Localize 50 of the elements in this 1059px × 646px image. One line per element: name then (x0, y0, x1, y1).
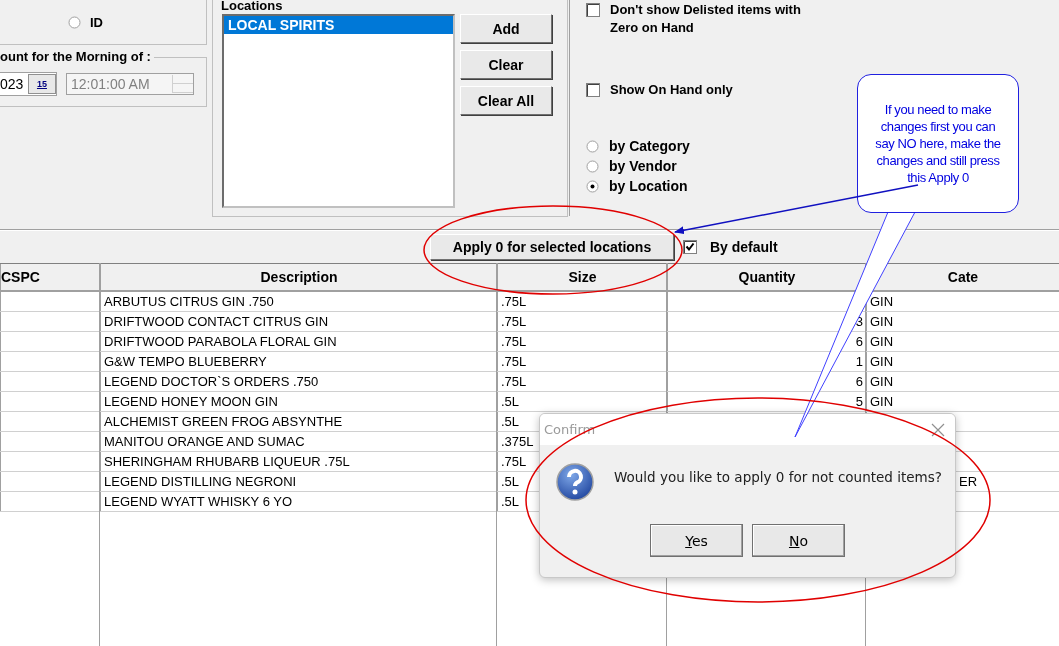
table-cell: ALCHEMIST GREEN FROG ABSYNTHE (100, 411, 498, 432)
column-header[interactable]: Size (497, 263, 668, 291)
table-cell: LEGEND DOCTOR`S ORDERS .750 (100, 371, 498, 392)
table-cell: .75L (497, 371, 668, 392)
locations-list[interactable]: LOCAL SPIRITS (222, 14, 455, 208)
question-icon (556, 463, 594, 501)
table-cell: .75L (497, 291, 668, 312)
table-cell: ARBUTUS CITRUS GIN .750 (100, 291, 498, 312)
apply-button[interactable]: Apply 0 for selected locations (430, 233, 674, 260)
check-box[interactable] (683, 239, 697, 254)
table-cell: DRIFTWOOD CONTACT CITRUS GIN (100, 311, 498, 332)
table-cell: MANITOU ORANGE AND SUMAC (100, 431, 498, 452)
column-header[interactable]: Description (100, 263, 498, 291)
checkbox-label: Don't show Delisted items with Zero on Hand (610, 1, 802, 37)
column-header[interactable]: CSPC (0, 263, 101, 291)
table-cell: G&W TEMPO BLUEBERRY (100, 351, 498, 372)
radio-button[interactable] (586, 139, 599, 153)
radio-label: by Category (609, 138, 690, 154)
dialog-button[interactable]: No (752, 524, 845, 557)
location-button[interactable]: Add (460, 14, 552, 43)
table-cell: LEGEND DISTILLING NEGRONI (100, 471, 498, 492)
list-item[interactable]: LOCAL SPIRITS (224, 16, 453, 34)
column-header[interactable]: Quantity (667, 263, 867, 291)
table-cell: SHERINGHAM RHUBARB LIQUEUR .75L (100, 451, 498, 472)
radio-label: by Location (609, 178, 688, 194)
table-cell: .5L (497, 391, 668, 412)
dialog-button[interactable]: Yes (650, 524, 743, 557)
check-box[interactable] (586, 3, 600, 17)
radio-button[interactable] (586, 179, 599, 193)
time-field[interactable]: 12:01:00 AM (66, 72, 194, 95)
date-field[interactable]: 023 15 (0, 71, 57, 96)
radio-label: by Vendor (609, 158, 677, 174)
calendar-button[interactable]: 15 (27, 73, 56, 94)
location-button[interactable]: Clear (460, 50, 552, 79)
callout-note: If you need to make changes first you can say NO here, make the changes and still press this Apply 0 (857, 74, 1019, 213)
table-cell: DRIFTWOOD PARABOLA FLORAL GIN (100, 331, 498, 352)
group-label: ount for the Morning of : (0, 49, 154, 64)
radio-button[interactable] (68, 15, 81, 29)
table-cell: .75L (497, 311, 668, 332)
table-cell: LEGEND HONEY MOON GIN (100, 391, 498, 412)
table-cell: LEGEND WYATT WHISKY 6 YO (100, 491, 498, 512)
table-cell: .75L (497, 331, 668, 352)
radio-label: ID (90, 14, 103, 30)
checkbox-label: Show On Hand only (610, 81, 734, 99)
radio-button[interactable] (586, 159, 599, 173)
table-cell: .75L (497, 351, 668, 372)
check-box[interactable] (586, 83, 600, 97)
checkbox-label: By default (710, 238, 778, 255)
location-button[interactable]: Clear All (460, 86, 552, 115)
close-icon[interactable] (931, 422, 945, 437)
